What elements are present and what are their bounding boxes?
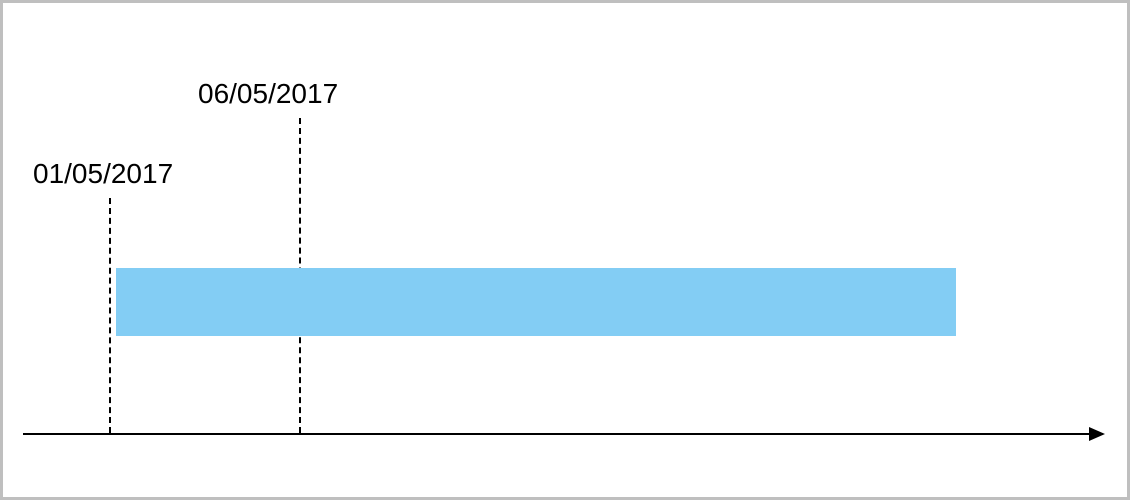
diagram-frame: 01/05/2017 06/05/2017 <box>0 0 1130 500</box>
x-axis <box>23 433 1103 435</box>
marker-label-1: 01/05/2017 <box>33 158 173 190</box>
marker-line-1 <box>109 198 111 433</box>
marker-label-2: 06/05/2017 <box>198 78 338 110</box>
axis-arrow-icon <box>1089 427 1105 441</box>
timeline-bar <box>116 268 956 336</box>
